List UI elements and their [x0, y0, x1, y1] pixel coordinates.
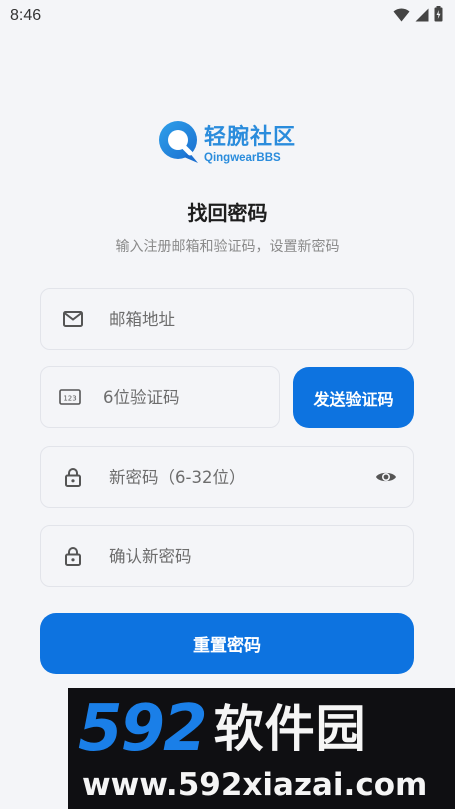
watermark-number: 592	[78, 692, 208, 766]
show-password-eye-icon[interactable]	[375, 470, 397, 484]
lock-icon	[59, 467, 87, 487]
lock-icon	[59, 546, 87, 566]
page-subtitle: 输入注册邮箱和验证码，设置新密码	[115, 239, 340, 255]
code-field[interactable]: 123	[40, 366, 308, 428]
reset-password-button[interactable]: 重置密码	[40, 613, 414, 674]
signal-icon	[415, 7, 429, 26]
page-title: 找回密码	[187, 201, 268, 225]
watermark-name: 软件园	[213, 700, 367, 758]
mail-icon	[59, 311, 87, 327]
send-code-button[interactable]: 发送验证码	[293, 367, 414, 428]
new-password-field[interactable]	[40, 446, 414, 508]
site-watermark: 592 软件园 www.592xiazai.com	[68, 688, 455, 809]
battery-icon	[434, 6, 443, 26]
app-logo: 轻腕社区 QingwearBBS	[158, 114, 300, 176]
status-bar: 8:46	[0, 0, 455, 32]
watermark-url: www.592xiazai.com	[82, 767, 428, 803]
code-123-icon: 123	[59, 389, 81, 405]
logo-name-cn: 轻腕社区	[204, 125, 297, 150]
wifi-icon	[393, 7, 410, 26]
confirm-password-field[interactable]	[40, 525, 414, 587]
logo-name-en: QingwearBBS	[204, 152, 281, 164]
code-input[interactable]	[103, 387, 308, 407]
confirm-password-input[interactable]	[109, 546, 413, 566]
new-password-input[interactable]	[109, 467, 413, 487]
status-icons	[393, 6, 443, 26]
status-time: 8:46	[10, 7, 42, 24]
svg-text:123: 123	[63, 395, 76, 403]
logo-bubble-icon	[158, 119, 200, 171]
email-input[interactable]	[109, 309, 413, 329]
email-field[interactable]	[40, 288, 414, 350]
